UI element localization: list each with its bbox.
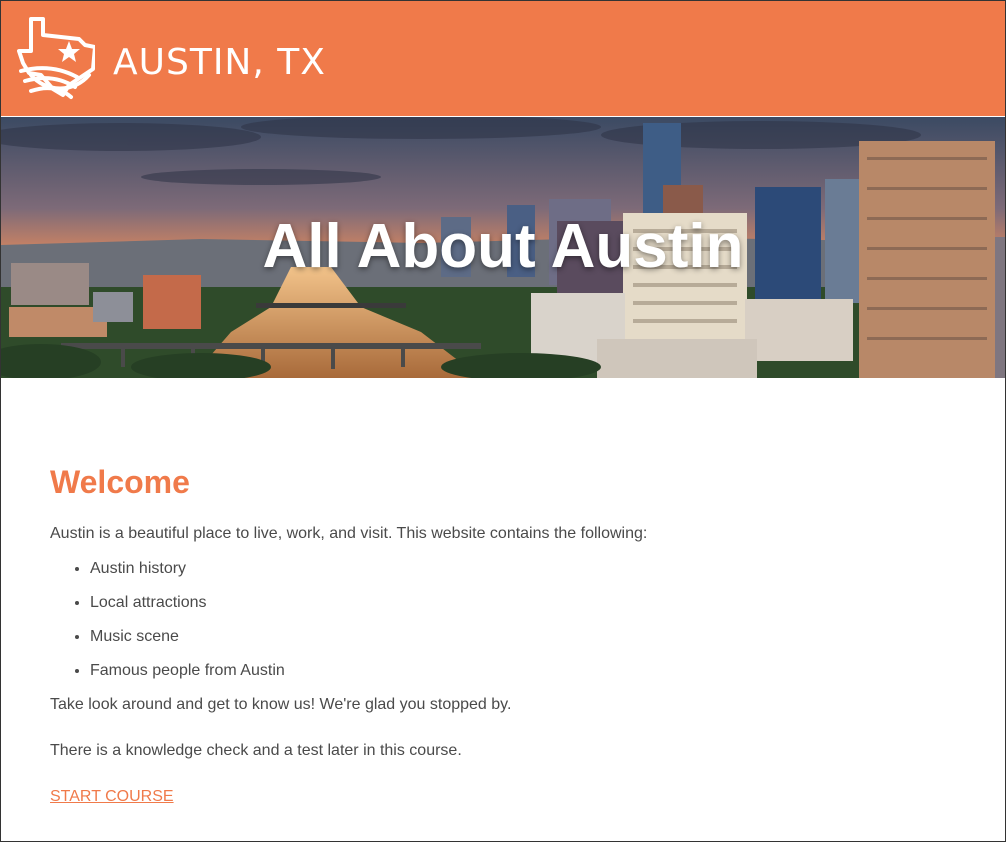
- hero-title: All About Austin: [262, 212, 744, 281]
- hero-banner: All About Austin: [1, 117, 1005, 378]
- list-item: Austin history: [90, 558, 950, 580]
- topics-list: Austin history Local attractions Music s…: [50, 558, 950, 682]
- intro-text: Austin is a beautiful place to live, wor…: [50, 525, 648, 542]
- main-content: Welcome Austin is a beautiful place to l…: [50, 461, 950, 808]
- list-item: Music scene: [90, 626, 950, 648]
- site-header: AUSTIN, TX: [1, 1, 1005, 116]
- page-frame: AUSTIN, TX All About Austin Welcome Aust…: [0, 0, 1006, 842]
- welcome-paragraph: Take look around and get to know us! We'…: [50, 696, 512, 713]
- list-item: Local attractions: [90, 592, 950, 614]
- start-course-link[interactable]: START COURSE: [50, 786, 174, 808]
- list-item: Famous people from Austin: [90, 660, 950, 682]
- course-note-paragraph: There is a knowledge check and a test la…: [50, 742, 462, 759]
- site-title: AUSTIN, TX: [113, 42, 326, 83]
- texas-outline-star-icon: [17, 17, 95, 99]
- welcome-heading: Welcome: [50, 464, 190, 500]
